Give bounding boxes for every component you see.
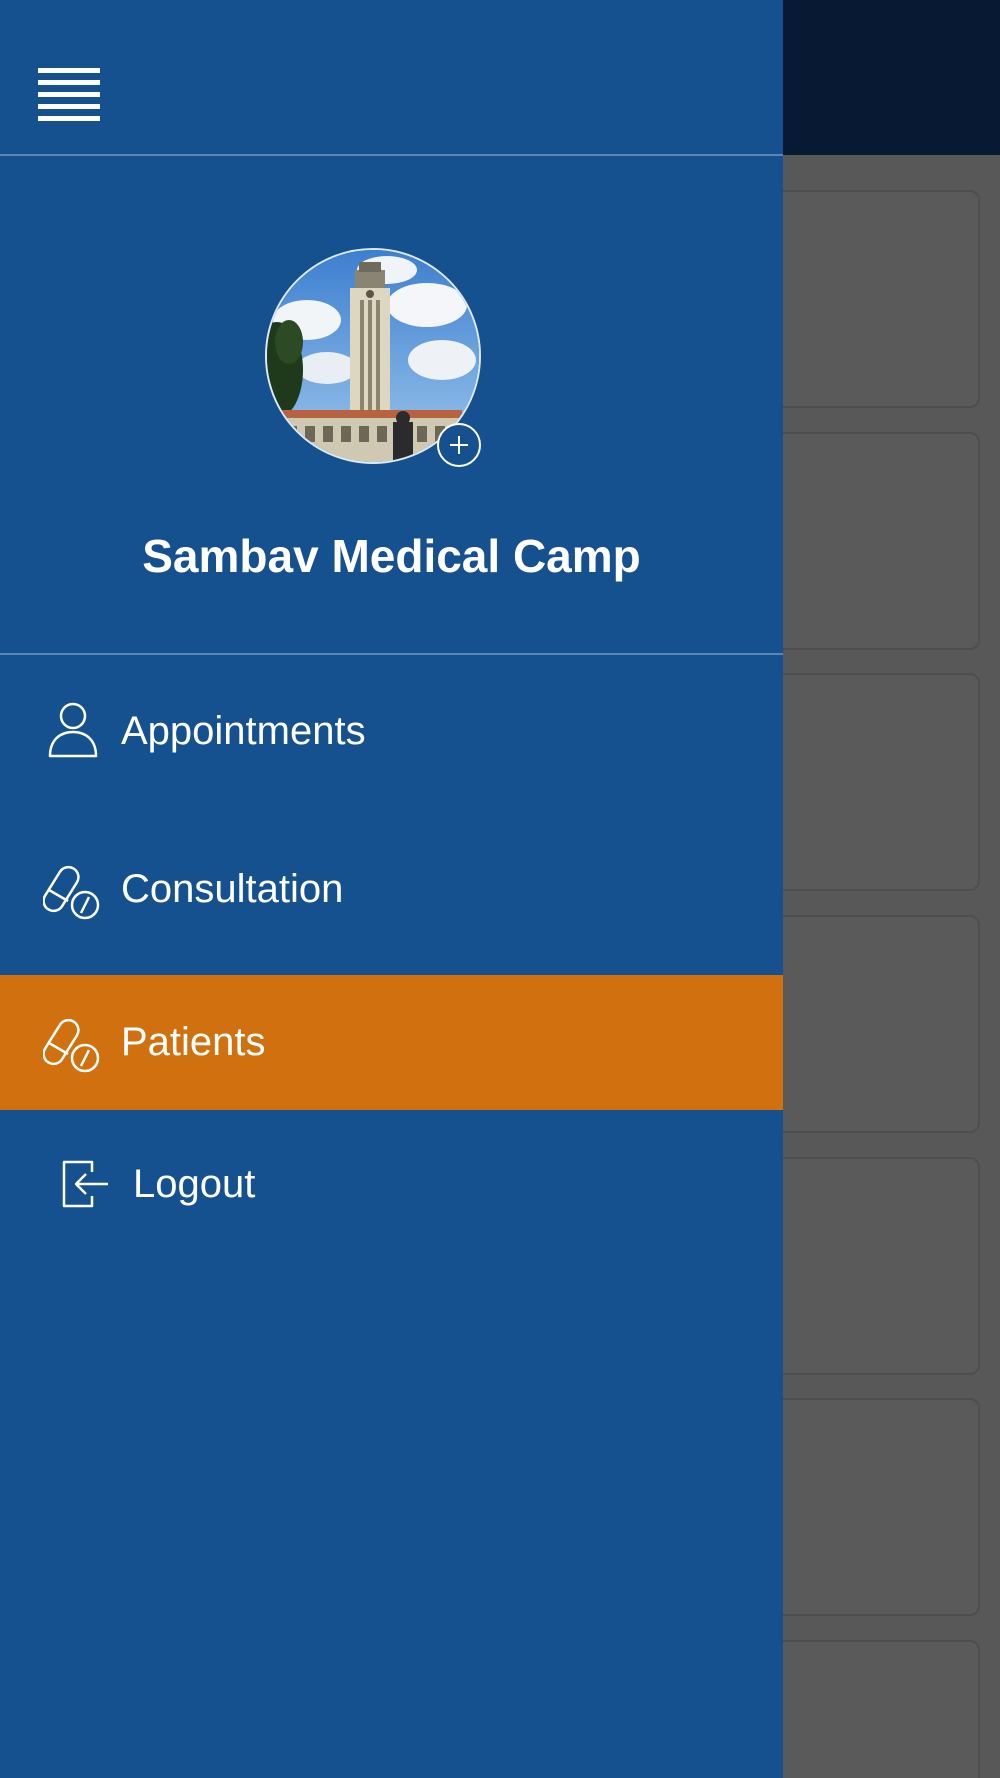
menu-label: Patients [121, 1020, 266, 1064]
background-card[interactable] [760, 915, 980, 1133]
logout-icon [62, 1160, 108, 1208]
organization-name: Sambav Medical Camp [142, 530, 641, 582]
background-card[interactable] [760, 1398, 980, 1616]
background-card[interactable] [760, 673, 980, 891]
profile-section: Sambav Medical Camp [0, 156, 783, 655]
menu-label: Logout [133, 1162, 256, 1206]
menu-item-patients[interactable]: Patients [0, 975, 783, 1110]
background-card[interactable] [760, 1157, 980, 1375]
pills-icon [43, 1018, 100, 1073]
menu-label: Consultation [121, 867, 344, 911]
background-card[interactable] [760, 432, 980, 650]
menu-item-logout[interactable]: Logout [0, 1110, 783, 1260]
person-icon [48, 702, 98, 758]
background-card[interactable] [760, 190, 980, 408]
menu-item-appointments[interactable]: Appointments [0, 655, 783, 811]
navigation-drawer: Sambav Medical Camp Appointments Consult… [0, 0, 783, 1778]
pills-icon [43, 865, 100, 920]
drawer-top-bar [0, 0, 783, 156]
hamburger-icon[interactable] [38, 68, 100, 124]
add-photo-button[interactable] [437, 423, 481, 467]
background-card[interactable] [760, 1640, 980, 1778]
app-screen: Sambav Medical Camp Appointments Consult… [0, 0, 1000, 1778]
menu-item-consultation[interactable]: Consultation [0, 811, 783, 975]
menu-label: Appointments [121, 709, 366, 753]
